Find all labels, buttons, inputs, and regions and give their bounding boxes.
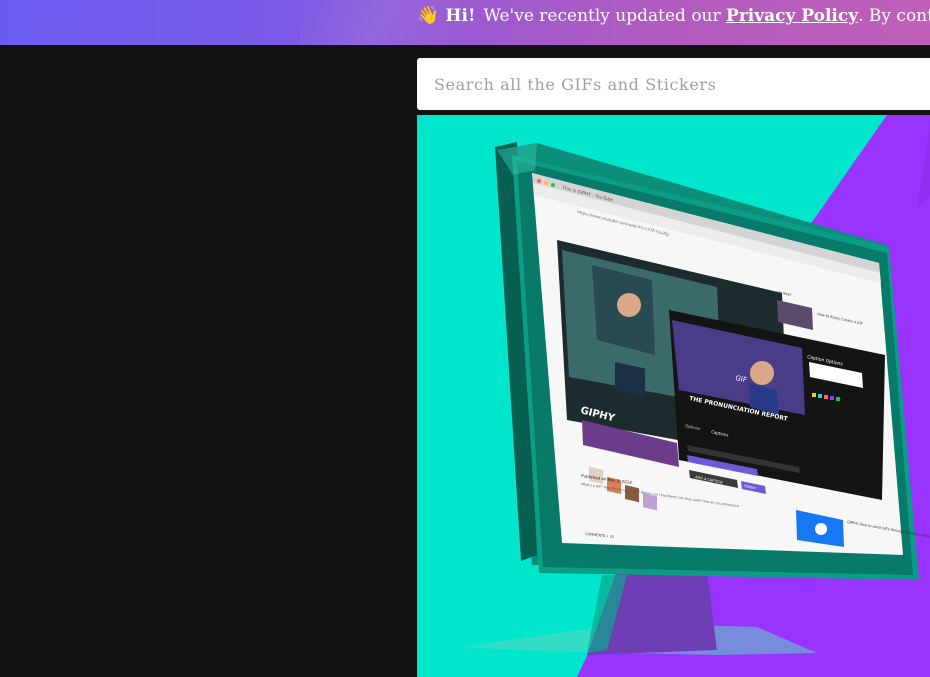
privacy-banner: 👋 Hi! We've recently updated our Privacy P…: [0, 0, 930, 45]
search-input[interactable]: [417, 58, 930, 110]
wave-icon: 👋: [417, 5, 440, 26]
privacy-policy-link[interactable]: Privacy Policy: [726, 6, 858, 26]
monitor-illustration: This is GIPHY - YouTube https://www.yout…: [462, 115, 930, 677]
banner-greeting: Hi!: [445, 6, 476, 26]
banner-text: We've recently updated our: [483, 6, 721, 26]
hero-gif[interactable]: This is GIPHY - YouTube https://www.yout…: [417, 115, 930, 677]
banner-text-after: . By continuing to: [858, 6, 930, 26]
banner-message: 👋 Hi! We've recently updated our Privacy P…: [417, 5, 930, 27]
search-bar: [417, 58, 930, 110]
